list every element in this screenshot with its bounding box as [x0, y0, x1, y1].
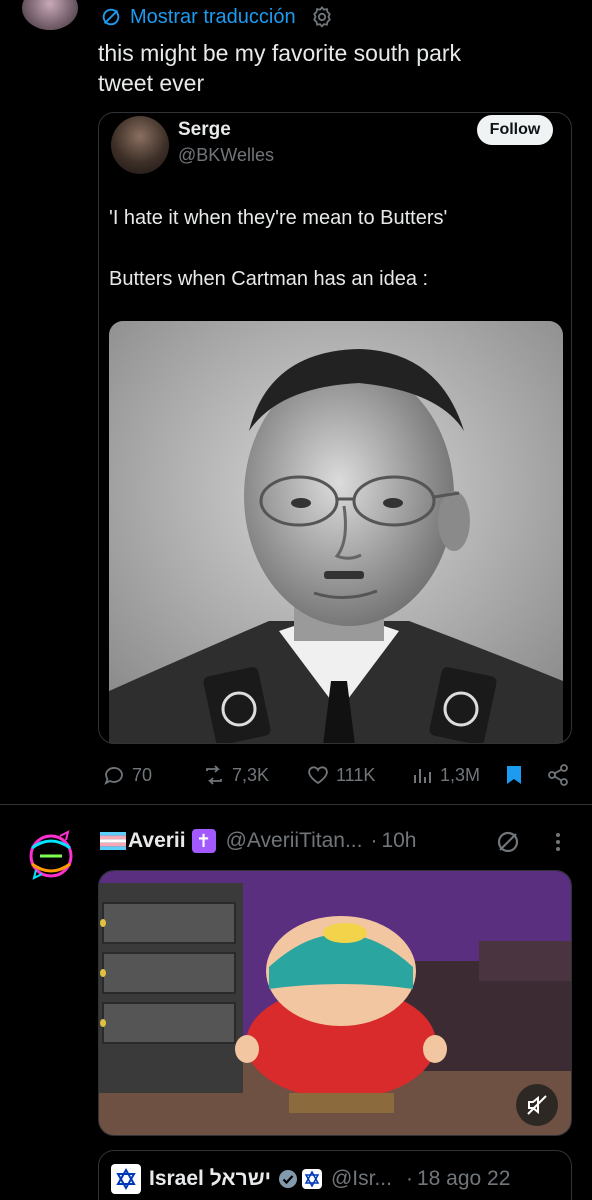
- tweet-header: Averii ✝ @AveriiTitan... · 10h: [100, 826, 417, 856]
- affiliate-badge-icon: [301, 1169, 322, 1189]
- show-translation-label: Mostrar traducción: [130, 5, 296, 28]
- more-options-icon[interactable]: [548, 830, 568, 854]
- tweet-text-line: tweet ever: [98, 70, 205, 96]
- quoted-author-avatar[interactable]: [111, 116, 169, 174]
- follow-button[interactable]: Follow: [477, 115, 553, 145]
- tweet-text-line: this might be my favorite south park: [98, 40, 462, 66]
- heart-icon: [308, 766, 328, 785]
- reply-count: 70: [132, 764, 153, 785]
- quoted-author-handle[interactable]: @BKWelles: [178, 145, 274, 166]
- reply-icon: [104, 767, 123, 785]
- quoted-author-name[interactable]: Israel ישראל: [149, 1167, 271, 1191]
- quoted-text-line: 'I hate it when they're mean to Butters': [109, 207, 448, 229]
- share-icon: [548, 764, 568, 786]
- quoted-tweet-header: Israel ישראל @Isr... · 18 ago 22: [111, 1163, 510, 1195]
- gear-icon[interactable]: [310, 5, 334, 29]
- bookmark-button[interactable]: [502, 760, 526, 790]
- translate-icon: [102, 8, 120, 26]
- quoted-author-handle[interactable]: @Isr...: [331, 1167, 392, 1191]
- quoted-photo[interactable]: [109, 321, 563, 743]
- tweet-divider: [0, 804, 592, 805]
- video-frame: [99, 871, 571, 1135]
- views-icon: [414, 769, 431, 783]
- grok-icon[interactable]: [494, 828, 522, 856]
- cross-icon: ✝: [191, 829, 216, 853]
- muted-speaker-icon: [527, 1095, 547, 1115]
- views-button[interactable]: 1,3M: [410, 760, 480, 790]
- neon-logo-icon: [22, 826, 80, 884]
- author-handle[interactable]: @AveriiTitan...: [226, 829, 363, 853]
- video-player[interactable]: [98, 870, 572, 1136]
- author-avatar[interactable]: [22, 0, 78, 30]
- separator-dot: ·: [370, 829, 378, 852]
- reply-button[interactable]: 70: [102, 760, 152, 790]
- tweet-timestamp[interactable]: 10h: [381, 829, 416, 853]
- portrait-photo: [109, 321, 563, 743]
- author-avatar[interactable]: [22, 826, 80, 884]
- like-button[interactable]: 111K: [306, 760, 375, 790]
- quoted-timestamp[interactable]: 18 ago 22: [417, 1167, 510, 1191]
- quoted-tweet-card[interactable]: Serge @BKWelles Follow 'I hate it when t…: [98, 112, 572, 744]
- quoted-text-line: Butters when Cartman has an idea :: [109, 268, 429, 290]
- author-name[interactable]: Averii: [128, 829, 186, 853]
- repost-icon: [206, 765, 222, 785]
- separator-dot: ·: [405, 1167, 413, 1190]
- tweet-action-bar: 70 7,3K 111K 1,3M: [0, 760, 592, 790]
- mute-button[interactable]: [516, 1084, 558, 1126]
- repost-button[interactable]: 7,3K: [202, 760, 269, 790]
- star-of-david-icon: [116, 1167, 136, 1191]
- view-count: 1,3M: [440, 764, 481, 785]
- quoted-tweet-card[interactable]: Israel ישראל @Isr... · 18 ago 22: [98, 1150, 572, 1200]
- quoted-author-avatar[interactable]: [111, 1164, 141, 1194]
- tweet-text: this might be my favorite south park twe…: [98, 38, 568, 98]
- trans-flag-icon: [100, 832, 126, 850]
- quoted-author-name[interactable]: Serge: [178, 119, 231, 141]
- verified-badge-icon: [278, 1170, 297, 1188]
- show-translation-link[interactable]: Mostrar traducción: [100, 4, 334, 30]
- like-count: 111K: [336, 764, 376, 785]
- bookmark-icon: [507, 766, 521, 784]
- share-button[interactable]: [546, 760, 570, 790]
- repost-count: 7,3K: [232, 764, 270, 785]
